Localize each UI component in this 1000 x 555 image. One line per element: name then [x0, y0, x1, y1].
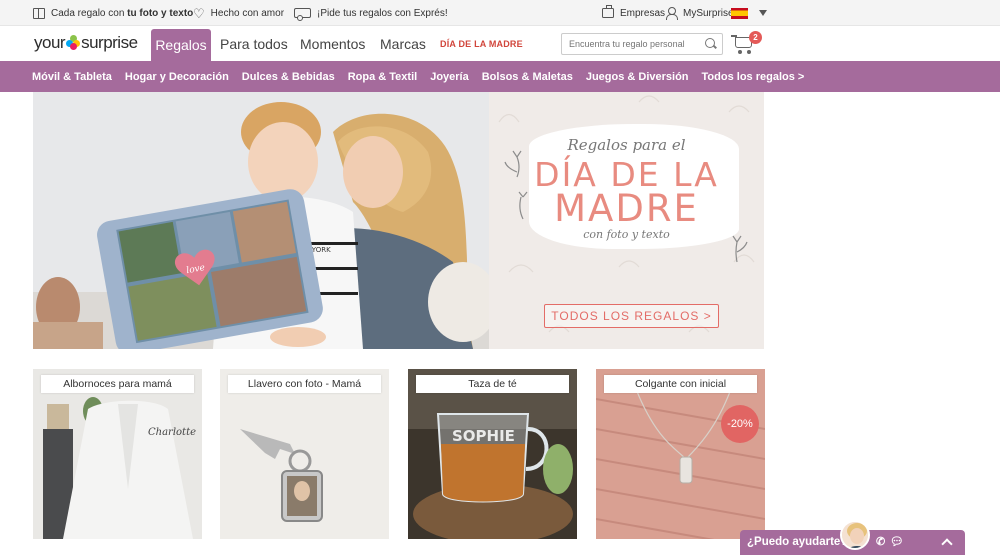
logo-text-right: surprise: [81, 33, 138, 52]
nav-regalos[interactable]: Regalos: [151, 29, 211, 61]
robe-embroidery: Charlotte: [148, 427, 196, 438]
empresas-label: Empresas: [620, 7, 666, 19]
truck-icon: [294, 8, 311, 21]
category-ropa[interactable]: Ropa & Textil: [348, 71, 417, 83]
category-todos[interactable]: Todos los regalos >: [702, 71, 805, 83]
utility-bar: Cada regalo con tu foto y texto ♡ Hecho …: [0, 0, 1000, 26]
nav-momentos[interactable]: Momentos: [300, 26, 365, 61]
tile-taza[interactable]: SOPHIE Taza de té: [408, 369, 577, 539]
category-movil[interactable]: Móvil & Tableta: [32, 71, 112, 83]
mysurprise-link[interactable]: MySurprise: [665, 0, 734, 26]
usp-express-label: ¡Pide tus regalos con Exprés!: [317, 7, 448, 19]
user-icon: [665, 7, 678, 20]
tile-taza-image: SOPHIE: [408, 369, 577, 539]
tile-colgante[interactable]: Colgante con inicial -20%: [596, 369, 765, 539]
help-chat-label: ¿Puedo ayudarte?: [747, 536, 848, 548]
category-bar: Móvil & Tableta Hogar y Decoración Dulce…: [0, 61, 1000, 92]
nav-marcas[interactable]: Marcas: [380, 26, 426, 61]
support-agent-avatar: [840, 520, 870, 550]
tile-albornoces-label: Albornoces para mamá: [41, 375, 194, 393]
usp-handmade: ♡ Hecho con amor: [193, 0, 284, 26]
tile-llavero-image: [220, 369, 389, 539]
hero-script-bottom: con foto y texto: [583, 228, 670, 241]
help-chat-bar[interactable]: ¿Puedo ayudarte? ✆ 💬︎: [740, 520, 965, 555]
category-dulces[interactable]: Dulces & Bebidas: [242, 71, 335, 83]
empresas-link[interactable]: Empresas: [602, 0, 665, 26]
hero-illustration: NEW YORK love: [33, 92, 489, 349]
cart-count-badge: 2: [749, 31, 762, 44]
usp-photo-text-bold: tu foto y texto: [127, 7, 194, 19]
category-joyeria[interactable]: Joyería: [430, 71, 469, 83]
chat-bubble-icon: 💬︎: [890, 536, 904, 548]
tile-albornoces[interactable]: Charlotte Albornoces para mamá: [33, 369, 202, 539]
nav-para-todos[interactable]: Para todos: [220, 26, 288, 61]
main-header: your surprise Regalos Para todos Momentos…: [0, 26, 1000, 61]
search-box: [561, 33, 723, 55]
usp-handmade-label: Hecho con amor: [210, 7, 285, 19]
usp-express: ¡Pide tus regalos con Exprés!: [294, 0, 448, 26]
nav-dia-madre[interactable]: DÍA DE LA MADRE: [440, 26, 523, 61]
heart-icon: ♡: [193, 5, 205, 21]
hero-photo: NEW YORK love: [33, 92, 489, 349]
tile-albornoces-image: Charlotte: [33, 369, 202, 539]
country-selector[interactable]: [731, 0, 767, 26]
nav-regalos-label: Regalos: [155, 37, 207, 53]
tile-colgante-label: Colgante con inicial: [604, 375, 757, 393]
logo[interactable]: your surprise: [34, 33, 138, 55]
hero-title-line2: MADRE: [554, 187, 699, 230]
category-bolsos[interactable]: Bolsos & Maletas: [482, 71, 573, 83]
category-hogar[interactable]: Hogar y Decoración: [125, 71, 229, 83]
cart-button[interactable]: 2: [731, 31, 762, 54]
gift-icon: [33, 7, 45, 19]
logo-text-left: your: [34, 33, 66, 52]
mug-text: SOPHIE: [452, 427, 515, 445]
mysurprise-label: MySurprise: [683, 7, 734, 19]
tile-llavero-label: Llavero con foto - Mamá: [228, 375, 381, 393]
tile-taza-label: Taza de té: [416, 375, 569, 393]
tile-colgante-image: [596, 369, 765, 539]
chevron-up-icon[interactable]: [941, 538, 953, 550]
category-juegos[interactable]: Juegos & Diversión: [586, 71, 689, 83]
briefcase-icon: [602, 5, 614, 18]
hero-script-top: Regalos para el: [567, 136, 686, 154]
flag-es-icon: [731, 7, 748, 19]
search-input[interactable]: [562, 34, 702, 54]
hero-banner[interactable]: NEW YORK love: [33, 92, 764, 349]
usp-photo-text: Cada regalo con tu foto y texto: [33, 0, 193, 26]
usp-photo-text-label: Cada regalo con: [51, 7, 128, 19]
tile-llavero[interactable]: Llavero con foto - Mamá: [220, 369, 389, 539]
all-gifts-button[interactable]: TODOS LOS REGALOS >: [544, 304, 719, 328]
phone-icon: ✆: [876, 536, 886, 548]
search-icon[interactable]: [705, 38, 716, 49]
logo-flower-icon: [66, 35, 81, 50]
hero-text-panel: Regalos para el DÍA DE LA MADRE con foto…: [489, 92, 764, 349]
discount-badge: -20%: [721, 405, 759, 443]
caret-down-icon: [759, 10, 767, 16]
